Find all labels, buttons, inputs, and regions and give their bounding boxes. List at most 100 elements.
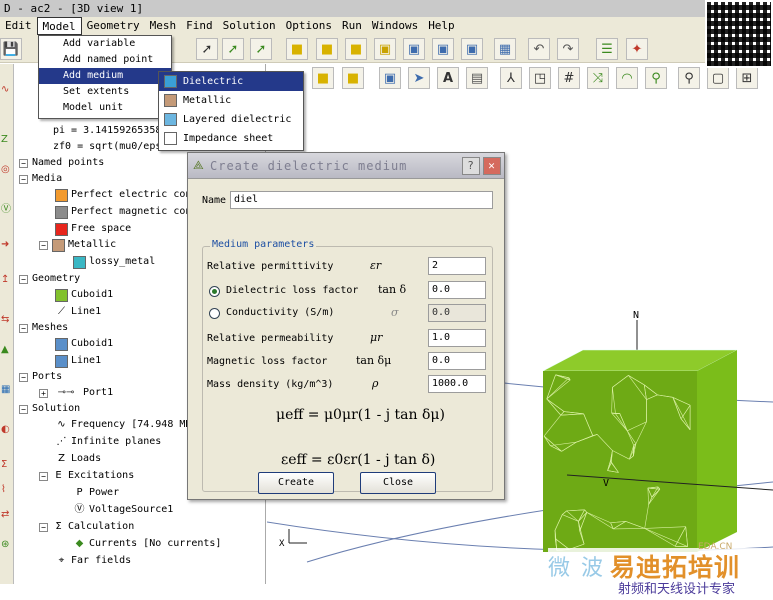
strip-icon-7[interactable]: ⇆ bbox=[1, 314, 13, 326]
collapse-icon[interactable]: − bbox=[39, 522, 48, 532]
transform-tool-icon[interactable]: ⤨ bbox=[587, 67, 609, 89]
strip-icon-9[interactable]: ▦ bbox=[1, 384, 13, 396]
pointer-icon[interactable]: ➚ bbox=[196, 38, 218, 60]
tree-media[interactable]: − Media bbox=[19, 171, 62, 187]
window-tool-icon[interactable]: ⊞ bbox=[736, 67, 758, 89]
tree-named-points[interactable]: − Named points bbox=[19, 155, 104, 171]
submenu-dielectric[interactable]: Dielectric bbox=[159, 72, 303, 91]
name-input[interactable]: diel bbox=[230, 191, 493, 209]
antenna-tool-icon[interactable]: ⚲ bbox=[645, 67, 667, 89]
tree-port1[interactable]: + ⊸⊸ Port1 bbox=[39, 385, 113, 401]
tree-ports[interactable]: − Ports bbox=[19, 369, 62, 385]
collapse-icon[interactable]: − bbox=[39, 240, 48, 250]
cube-solid-icon[interactable]: ■ bbox=[316, 38, 338, 60]
tree-geometry[interactable]: − Geometry bbox=[19, 271, 80, 287]
tree-var-pi[interactable]: pi = 3.14159265358 bbox=[53, 123, 161, 139]
dielectric-loss-radio[interactable] bbox=[209, 286, 220, 297]
tree-calculation[interactable]: − Σ Calculation bbox=[39, 519, 134, 535]
strip-icon-3[interactable]: ◎ bbox=[1, 164, 13, 176]
menu-windows[interactable]: Windows bbox=[367, 17, 423, 35]
signal-tool-icon[interactable]: ◠ bbox=[616, 67, 638, 89]
collapse-icon[interactable]: − bbox=[19, 323, 28, 333]
dielectric-loss-input[interactable]: 0.0 bbox=[428, 281, 486, 299]
tree-solution[interactable]: − Solution bbox=[19, 401, 80, 417]
collapse-icon[interactable]: − bbox=[39, 471, 48, 481]
list-icon[interactable]: ☰ bbox=[596, 38, 618, 60]
menu-model[interactable]: Model bbox=[36, 17, 82, 35]
strip-icon-12[interactable]: ⌇ bbox=[1, 484, 13, 496]
tree-media-pec[interactable]: Perfect electric con bbox=[55, 187, 191, 203]
strip-icon-6[interactable]: ↥ bbox=[1, 274, 13, 286]
grid-tool-icon[interactable]: # bbox=[558, 67, 580, 89]
chart-tool-icon[interactable]: ▤ bbox=[466, 67, 488, 89]
conductivity-radio[interactable] bbox=[209, 308, 220, 319]
dialog-help-button[interactable]: ? bbox=[462, 157, 480, 175]
tree-excitations[interactable]: − Ε Excitations bbox=[39, 468, 134, 484]
submenu-metallic[interactable]: Metallic bbox=[159, 91, 303, 110]
create-button[interactable]: Create bbox=[258, 472, 334, 494]
tree-media-pmc[interactable]: Perfect magnetic con bbox=[55, 204, 191, 220]
tree-media-lossy-metal[interactable]: lossy_metal bbox=[73, 254, 155, 270]
run-icon[interactable]: ✦ bbox=[626, 38, 648, 60]
mesh-view-icon[interactable]: ▦ bbox=[494, 38, 516, 60]
close-button[interactable]: Close bbox=[360, 472, 436, 494]
expand-icon[interactable]: + bbox=[39, 388, 48, 398]
submenu-layered-dielectric[interactable]: Layered dielectric bbox=[159, 110, 303, 129]
menu-geometry[interactable]: Geometry bbox=[82, 17, 145, 35]
mesh-cube-icon[interactable]: ▣ bbox=[403, 38, 425, 60]
tree-loads[interactable]: Ζ Loads bbox=[55, 451, 101, 467]
tree-meshes[interactable]: − Meshes bbox=[19, 320, 68, 336]
tree-frequency[interactable]: ∿ Frequency [74.948 MH bbox=[55, 417, 191, 433]
tree-infinite-planes[interactable]: ⋰ Infinite planes bbox=[55, 434, 162, 450]
mesh-cube2-icon[interactable]: ▣ bbox=[432, 38, 454, 60]
tree-voltage-source[interactable]: Ⓥ VoltageSource1 bbox=[73, 502, 174, 518]
tree-mesh-line1[interactable]: Line1 bbox=[55, 353, 101, 369]
save-icon[interactable]: 💾 bbox=[0, 38, 22, 60]
strip-icon-5[interactable]: ➜ bbox=[1, 239, 13, 251]
redo-view-icon[interactable]: ↷ bbox=[557, 38, 579, 60]
conductivity-input[interactable]: 0.0 bbox=[428, 304, 486, 322]
fit-tool-icon[interactable]: ▢ bbox=[707, 67, 729, 89]
menu-add-medium[interactable]: Add medium▸ bbox=[39, 68, 171, 84]
menu-help[interactable]: Help bbox=[423, 17, 460, 35]
menu-add-named-point[interactable]: Add named point bbox=[39, 52, 171, 68]
tree-media-free-space[interactable]: Free space bbox=[55, 221, 131, 237]
cube-add2-icon[interactable]: ■ bbox=[342, 67, 364, 89]
undo-view-icon[interactable]: ↶ bbox=[528, 38, 550, 60]
tree-geometry-cuboid1[interactable]: Cuboid1 bbox=[55, 287, 113, 303]
tree-geometry-line1[interactable]: ⟋ Line1 bbox=[55, 304, 101, 320]
tree-currents[interactable]: ◆ Currents [No currents] bbox=[73, 536, 222, 552]
plane-tool-icon[interactable]: ◳ bbox=[529, 67, 551, 89]
collapse-icon[interactable]: − bbox=[19, 372, 28, 382]
mesh-cube3-icon[interactable]: ▣ bbox=[461, 38, 483, 60]
cube-edge-icon[interactable]: ■ bbox=[345, 38, 367, 60]
relative-permeability-input[interactable]: 1.0 bbox=[428, 329, 486, 347]
menu-options[interactable]: Options bbox=[281, 17, 337, 35]
select-area-icon[interactable]: ➚ bbox=[250, 38, 272, 60]
collapse-icon[interactable]: − bbox=[19, 174, 28, 184]
strip-icon-11[interactable]: Σ bbox=[1, 459, 13, 471]
strip-icon-14[interactable]: ⊛ bbox=[1, 539, 13, 551]
menu-solution[interactable]: Solution bbox=[218, 17, 281, 35]
collapse-icon[interactable]: − bbox=[19, 274, 28, 284]
cube-icon[interactable]: ■ bbox=[286, 38, 308, 60]
menu-find[interactable]: Find bbox=[181, 17, 218, 35]
collapse-icon[interactable]: − bbox=[19, 158, 28, 168]
strip-icon-2[interactable]: Z bbox=[1, 134, 13, 146]
tree-var-zf0[interactable]: zf0 = sqrt(mu0/eps bbox=[53, 139, 161, 155]
menu-edit[interactable]: Edit bbox=[0, 17, 37, 35]
zoom-tool-icon[interactable]: ⚲ bbox=[678, 67, 700, 89]
menu-mesh[interactable]: Mesh bbox=[145, 17, 182, 35]
strip-icon-8[interactable]: ▲ bbox=[1, 344, 13, 356]
strip-icon-4[interactable]: Ⓥ bbox=[1, 204, 13, 216]
magnetic-loss-input[interactable]: 0.0 bbox=[428, 352, 486, 370]
tree-media-metallic[interactable]: − Metallic bbox=[39, 237, 116, 253]
relative-permittivity-input[interactable]: 2 bbox=[428, 257, 486, 275]
strip-icon-13[interactable]: ⇄ bbox=[1, 509, 13, 521]
axes-tool-icon[interactable]: ⅄ bbox=[500, 67, 522, 89]
select-green-icon[interactable]: ➚ bbox=[222, 38, 244, 60]
dialog-close-icon[interactable]: ✕ bbox=[483, 157, 501, 175]
menu-add-variable[interactable]: Add variable bbox=[39, 36, 171, 52]
menu-model-unit[interactable]: Model unit bbox=[39, 100, 171, 116]
strip-icon-1[interactable]: ∿ bbox=[1, 84, 13, 96]
